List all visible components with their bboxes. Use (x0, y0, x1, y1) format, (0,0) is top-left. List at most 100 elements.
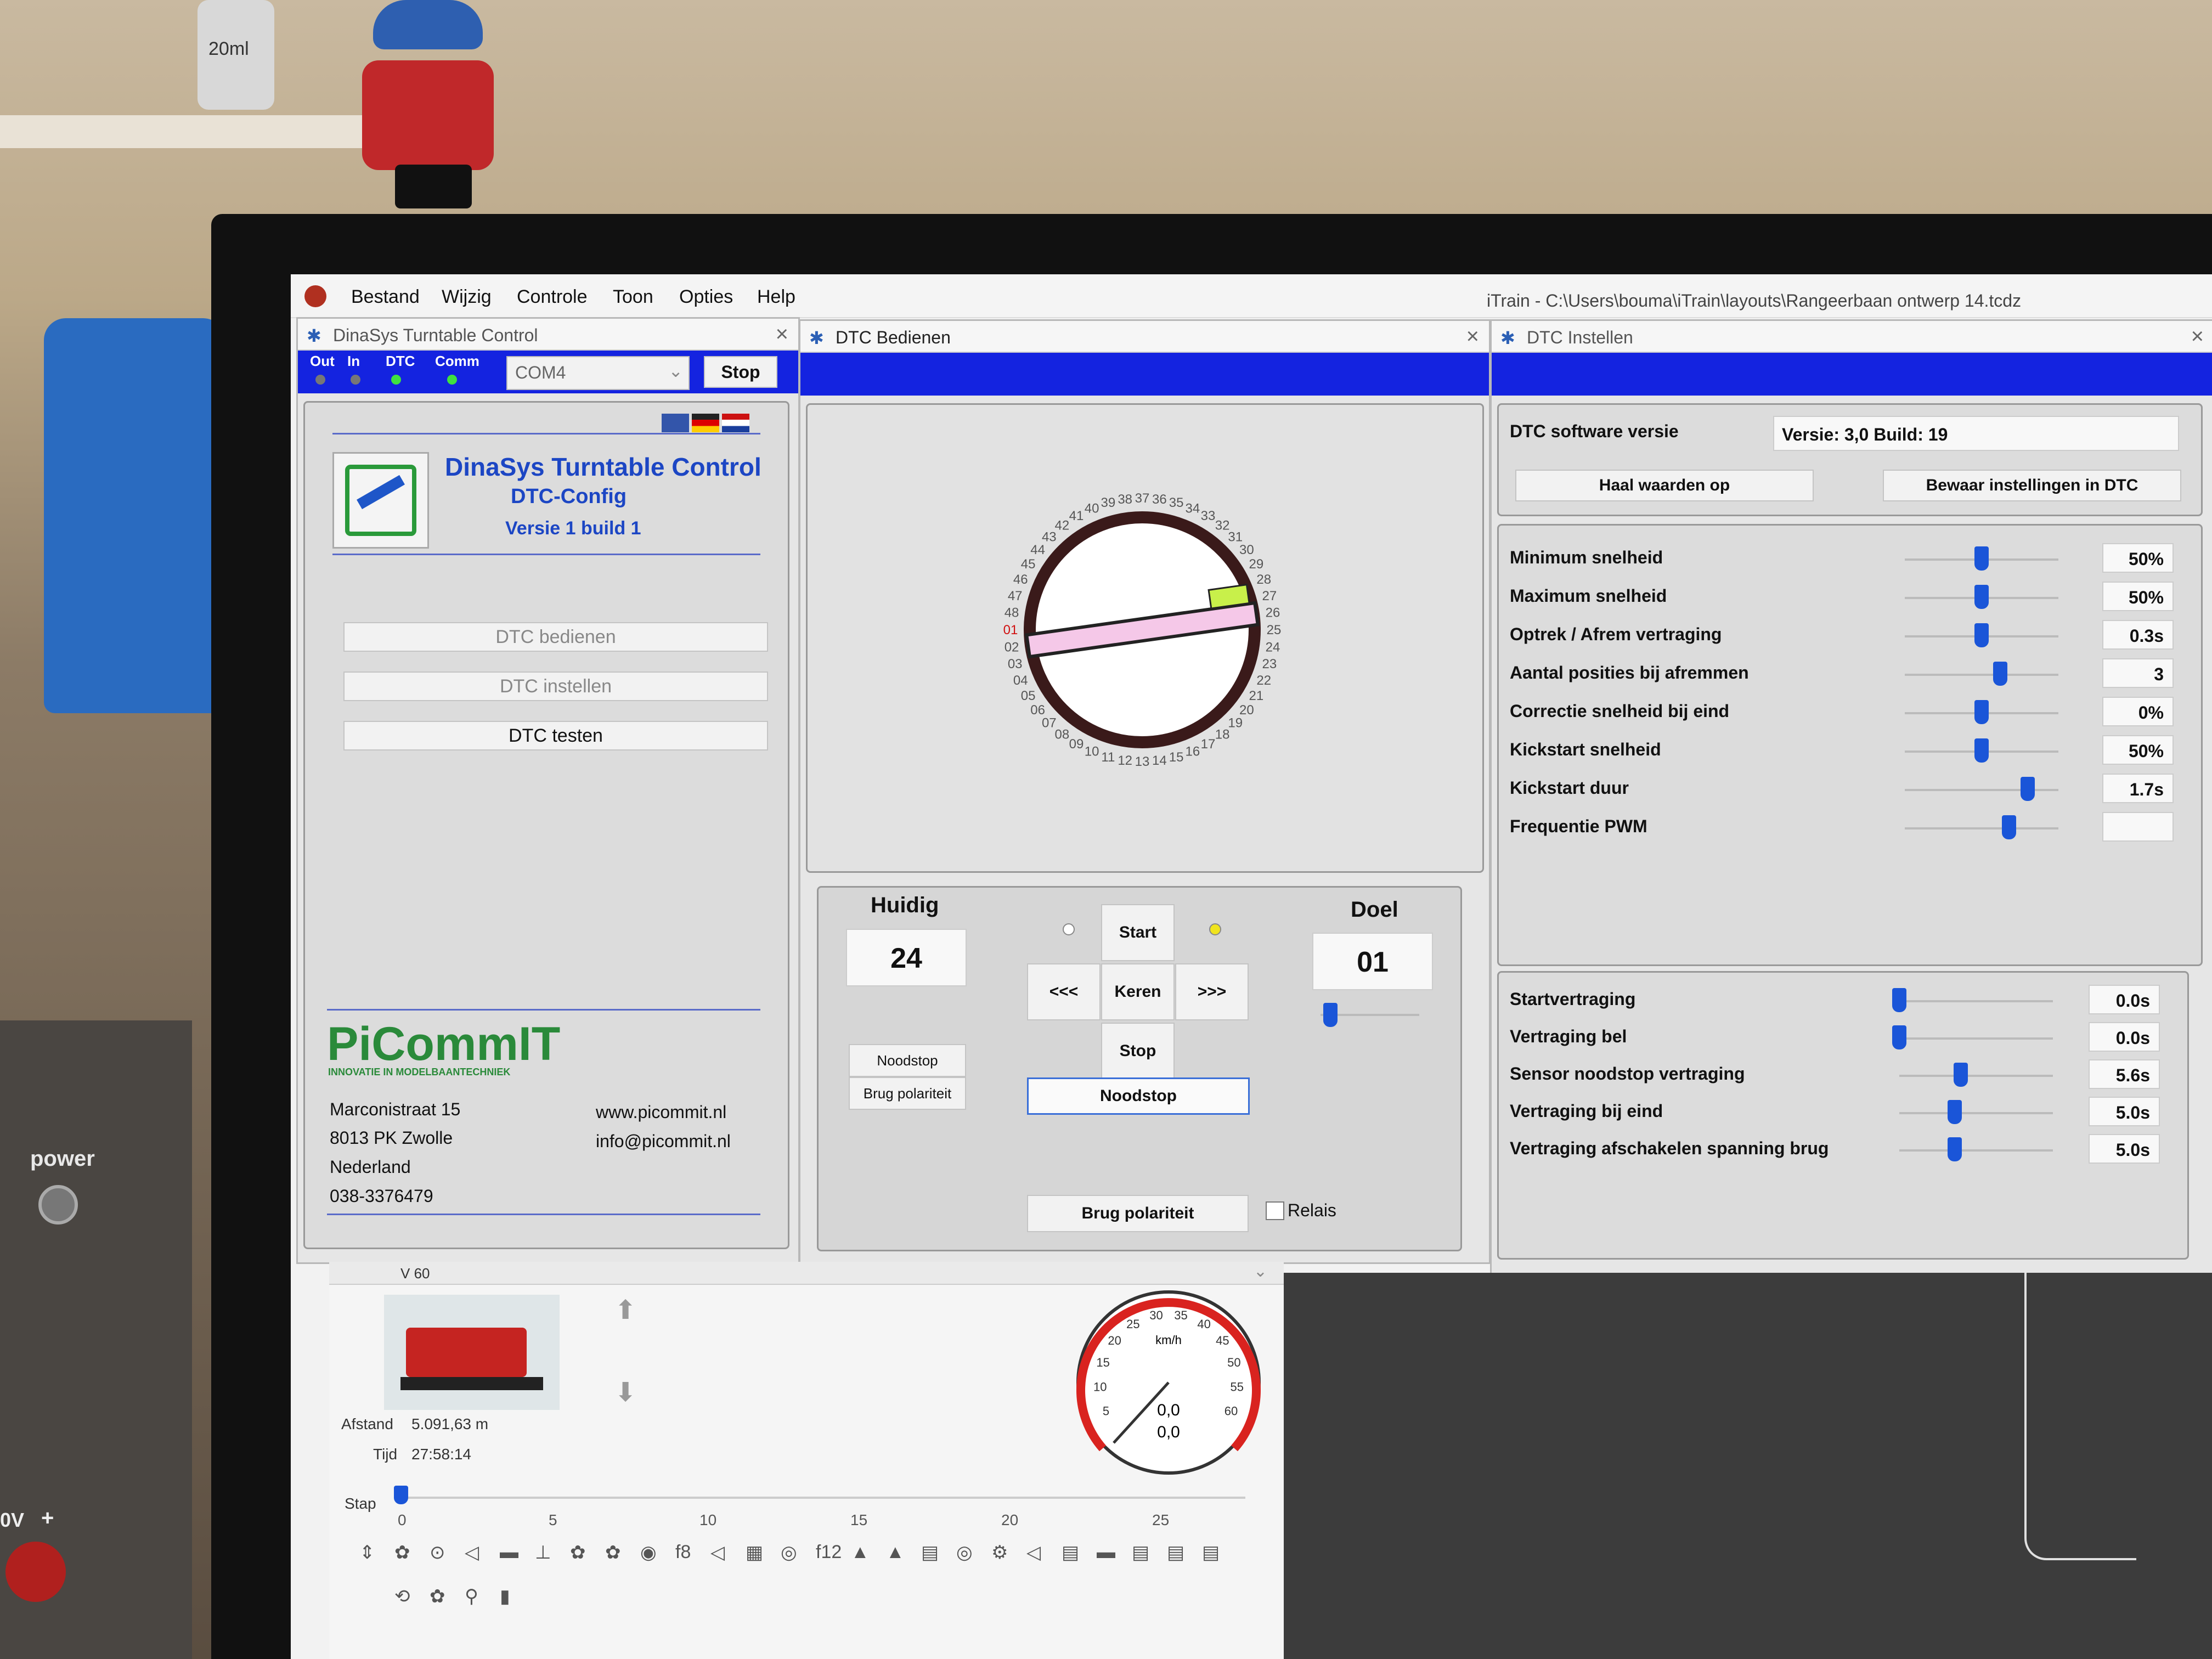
function-icon[interactable]: ◁ (465, 1542, 479, 1564)
setting-value[interactable]: 0.0s (2089, 1022, 2160, 1052)
function-icon[interactable]: ◁ (1026, 1542, 1041, 1564)
doel-value[interactable]: 01 (1312, 933, 1433, 990)
turntable-position-label[interactable]: 16 (1185, 744, 1200, 759)
turntable-position-label[interactable]: 29 (1249, 557, 1263, 572)
turntable-position-label[interactable]: 13 (1135, 754, 1150, 769)
turntable-position-label[interactable]: 22 (1256, 673, 1271, 688)
dtc-testen-button[interactable]: DTC testen (343, 721, 768, 751)
noodstop-button[interactable]: Noodstop (1027, 1077, 1250, 1115)
turntable-position-label[interactable]: 01 (1003, 623, 1018, 637)
setting-slider-thumb[interactable] (2002, 815, 2017, 839)
menu-opties[interactable]: Opties (679, 286, 733, 308)
setting-slider-track[interactable] (1899, 1075, 2053, 1077)
stap-slider-track[interactable] (400, 1497, 1245, 1499)
menu-bestand[interactable]: Bestand (351, 286, 420, 308)
turntable-position-label[interactable]: 46 (1013, 572, 1028, 587)
function-icon[interactable]: ▮ (500, 1585, 510, 1607)
setting-value[interactable]: 5.6s (2089, 1059, 2160, 1089)
function-icon[interactable]: ▤ (1167, 1542, 1184, 1564)
turntable-position-label[interactable]: 30 (1239, 543, 1254, 557)
bewaar-instellingen-button[interactable]: Bewaar instellingen in DTC (1883, 470, 2181, 501)
turntable-position-label[interactable]: 03 (1008, 657, 1023, 672)
rotate-right-button[interactable]: >>> (1175, 963, 1249, 1020)
function-icon[interactable]: ⇕ (359, 1542, 375, 1564)
function-icon[interactable]: ◎ (781, 1542, 797, 1564)
setting-value[interactable]: 50% (2102, 543, 2174, 573)
setting-slider-track[interactable] (1899, 1037, 2053, 1040)
turntable-position-label[interactable]: 38 (1118, 492, 1132, 507)
turntable-svg[interactable]: 01020304050607080910 11 12 13 14 15 1617181920… (1000, 487, 1285, 772)
turntable-position-label[interactable]: 40 (1085, 501, 1099, 516)
function-icon[interactable]: ◉ (640, 1542, 657, 1564)
menu-controle[interactable]: Controle (517, 286, 588, 308)
turntable-position-label[interactable]: 36 (1152, 492, 1167, 507)
turntable-position-label[interactable]: 08 (1055, 727, 1070, 742)
turntable-position-label[interactable]: 34 (1185, 501, 1200, 516)
turntable-position-label[interactable]: 42 (1055, 518, 1070, 533)
stop-button[interactable]: Stop (704, 356, 777, 388)
setting-slider-track[interactable] (1899, 1149, 2053, 1152)
turntable-position-label[interactable]: 48 (1005, 606, 1019, 620)
turntable-position-label[interactable]: 47 (1008, 589, 1023, 603)
turntable-position-label[interactable]: 11 (1101, 750, 1115, 765)
function-icon[interactable]: ▦ (746, 1542, 763, 1564)
arrow-up-icon[interactable]: ⬆ (614, 1295, 636, 1325)
setting-value[interactable]: 0% (2102, 697, 2174, 726)
setting-slider-thumb[interactable] (1993, 662, 2007, 686)
turntable-position-label[interactable]: 37 (1135, 491, 1150, 506)
setting-slider-thumb[interactable] (1892, 988, 1906, 1012)
start-button[interactable]: Start (1101, 904, 1175, 961)
stap-slider-thumb[interactable] (394, 1486, 408, 1504)
function-icon[interactable]: ▤ (1132, 1542, 1149, 1564)
power-knob[interactable] (38, 1185, 78, 1224)
function-icon[interactable]: ✿ (394, 1542, 410, 1564)
setting-slider-thumb[interactable] (1892, 1025, 1906, 1049)
turntable-position-label[interactable]: 14 (1152, 753, 1167, 768)
setting-slider-thumb[interactable] (1947, 1100, 1962, 1124)
function-icon[interactable]: ⊥ (535, 1542, 551, 1564)
setting-value[interactable]: 5.0s (2089, 1097, 2160, 1126)
function-icon[interactable]: ▤ (921, 1542, 939, 1564)
menu-help[interactable]: Help (757, 286, 795, 308)
function-icon[interactable]: ▬ (1097, 1542, 1115, 1563)
turntable-position-label[interactable]: 19 (1228, 716, 1243, 731)
setting-slider-thumb[interactable] (1974, 546, 1989, 571)
turntable-position-label[interactable]: 23 (1262, 657, 1277, 672)
noodstop-small-button[interactable]: Noodstop (849, 1044, 966, 1077)
setting-slider-track[interactable] (1905, 789, 2058, 791)
close-icon[interactable]: × (2191, 324, 2204, 349)
brug-polariteit-small-button[interactable]: Brug polariteit (849, 1077, 966, 1110)
function-f8-button[interactable]: f8 (675, 1542, 691, 1563)
function-icon[interactable]: ✿ (570, 1542, 586, 1564)
turntable-position-label[interactable]: 02 (1005, 640, 1019, 654)
function-f12-button[interactable]: f12 (816, 1542, 842, 1563)
function-icon[interactable]: ⟲ (394, 1585, 410, 1607)
turntable-position-label[interactable]: 35 (1169, 495, 1184, 510)
setting-slider-track[interactable] (1899, 1000, 2053, 1002)
relais-checkbox[interactable] (1266, 1201, 1284, 1220)
function-icon[interactable]: ◁ (710, 1542, 725, 1564)
power-terminal[interactable] (5, 1542, 66, 1602)
setting-slider-thumb[interactable] (1974, 623, 1989, 647)
function-icon[interactable]: ▤ (1202, 1542, 1220, 1564)
turntable-position-label[interactable]: 32 (1215, 518, 1230, 533)
function-icon[interactable]: ▤ (1062, 1542, 1079, 1564)
turntable-position-label[interactable]: 10 (1085, 744, 1099, 759)
huidig-value[interactable]: 24 (846, 929, 967, 986)
chevron-down-icon[interactable]: ⌄ (1254, 1262, 1267, 1281)
turntable-position-label[interactable]: 05 (1021, 689, 1036, 703)
function-icon[interactable]: ⊙ (430, 1542, 445, 1564)
doel-slider-thumb[interactable] (1323, 1003, 1338, 1027)
function-icon[interactable]: ◎ (956, 1542, 973, 1564)
email-link[interactable]: info@picommit.nl (596, 1131, 731, 1152)
setting-value[interactable]: 0.3s (2102, 620, 2174, 650)
turntable-position-label[interactable]: 24 (1266, 640, 1280, 654)
rotate-left-button[interactable]: <<< (1027, 963, 1101, 1020)
setting-slider-thumb[interactable] (1947, 1137, 1962, 1161)
setting-slider-thumb[interactable] (2021, 777, 2035, 801)
function-icon[interactable]: ▲ (851, 1542, 870, 1563)
setting-slider-track[interactable] (1899, 1112, 2053, 1114)
turntable-position-label[interactable]: 27 (1262, 589, 1277, 603)
turntable-view[interactable]: 01 02 03 04 05 06 07 08 09 10 11 12 13 14 15 16 17 18 19 20… (1000, 487, 1285, 772)
setting-slider-thumb[interactable] (1974, 585, 1989, 609)
